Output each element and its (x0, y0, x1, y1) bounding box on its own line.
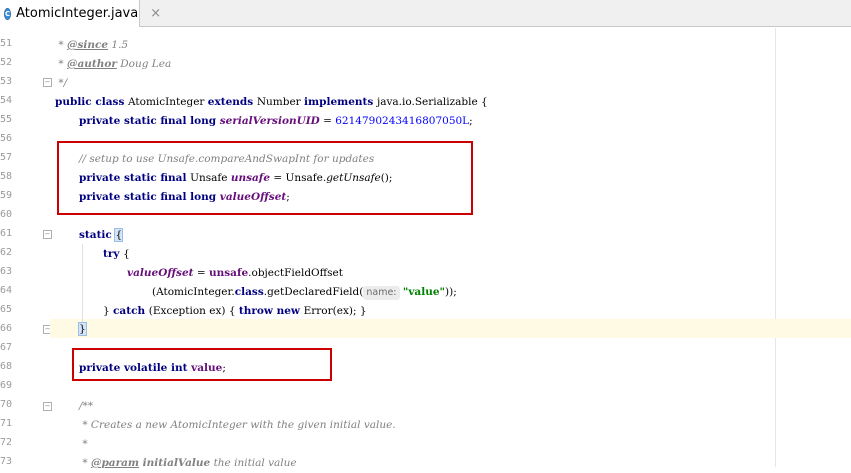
line-number: 68 (0, 361, 12, 372)
tab-title: AtomicInteger.java (16, 6, 139, 21)
fold-marker-icon[interactable]: − (43, 230, 52, 239)
comment-text: 1.5 (108, 39, 129, 51)
parent-class: Number (256, 96, 305, 108)
line-number: 69 (0, 380, 12, 391)
current-line-highlight (50, 319, 851, 338)
line-number: 63 (0, 266, 12, 277)
keyword: catch (113, 305, 149, 317)
line-number: 55 (0, 114, 12, 125)
code-line-72[interactable]: * (79, 435, 87, 454)
punctuation: } (103, 305, 114, 317)
statement: Error(ex); } (303, 305, 367, 317)
line-number: 61 (0, 228, 12, 239)
punctuation: ; (469, 115, 473, 127)
line-number: 60 (0, 209, 12, 220)
line-number: 64 (0, 285, 12, 296)
line-number: 72 (0, 437, 12, 448)
fold-marker-icon[interactable]: − (43, 402, 52, 411)
method-call: .objectFieldOffset (248, 267, 343, 279)
line-number: 57 (0, 152, 12, 163)
comment-text: the initial value (210, 457, 297, 469)
parameter-hint: name: (363, 286, 400, 300)
comment-text: * (79, 457, 91, 469)
keyword: static (79, 229, 116, 241)
code-line-70[interactable]: /** (79, 397, 93, 416)
interface-name: java.io.Serializable { (376, 96, 488, 108)
code-line-65[interactable]: } catch (Exception ex) { throw new Error… (103, 302, 367, 321)
javadoc-tag: @author (66, 58, 117, 70)
code-line-54[interactable]: public class AtomicInteger extends Numbe… (55, 93, 488, 112)
line-number: 59 (0, 190, 12, 201)
line-number: 51 (0, 38, 12, 49)
keyword: private static final long (79, 115, 220, 127)
code-line-51[interactable]: * @since 1.5 (55, 36, 128, 55)
exception-clause: (Exception ex) { (148, 305, 239, 317)
code-line-66[interactable]: } (78, 320, 87, 339)
comment-text: * (55, 58, 67, 70)
indent-guide (82, 244, 83, 322)
keyword: try (103, 248, 124, 260)
tab-atomicinteger-java[interactable]: C AtomicInteger.java × (0, 0, 161, 27)
class-ref: (AtomicInteger. (152, 286, 235, 298)
comment-text: Doug Lea (116, 58, 172, 70)
keyword: extends (207, 96, 257, 108)
code-line-62[interactable]: try { (103, 245, 130, 264)
keyword: public class (55, 96, 129, 108)
line-number: 71 (0, 418, 12, 429)
field-name: unsafe (208, 267, 249, 279)
keyword: implements (304, 96, 377, 108)
line-number: 53 (0, 76, 12, 87)
highlight-box-unsafe-fields (57, 141, 473, 215)
keyword: class (234, 286, 264, 298)
comment-text: * (55, 39, 67, 51)
right-margin-guide (775, 28, 776, 467)
highlight-box-value-field (72, 348, 332, 381)
method-call: .getDeclaredField( (263, 286, 364, 298)
code-line-63[interactable]: valueOffset = unsafe.objectFieldOffset (127, 264, 343, 283)
string-literal: "value" (402, 286, 446, 298)
field-name: valueOffset (127, 267, 194, 279)
punctuation: )); (445, 286, 457, 298)
line-number: 62 (0, 247, 12, 258)
line-number: 66 (0, 323, 12, 334)
code-line-71[interactable]: * Creates a new AtomicInteger with the g… (79, 416, 395, 435)
line-number: 67 (0, 342, 12, 353)
javadoc-tag: @param (90, 457, 140, 469)
line-number: 58 (0, 171, 12, 182)
line-number: 65 (0, 304, 12, 315)
code-line-52[interactable]: * @author Doug Lea (55, 55, 171, 74)
line-number: 52 (0, 57, 12, 68)
code-line-61[interactable]: static { (79, 226, 124, 245)
operator: = (193, 267, 209, 279)
operator: = (319, 115, 336, 127)
code-line-53[interactable]: */ (55, 74, 67, 93)
matched-brace: } (78, 322, 87, 336)
line-number: 54 (0, 95, 12, 106)
code-line-55[interactable]: private static final long serialVersionU… (79, 112, 473, 131)
close-icon[interactable]: × (150, 6, 161, 21)
fold-marker-icon[interactable]: − (43, 78, 52, 87)
param-name: initialValue (139, 457, 211, 469)
editor-tab-bar: C AtomicInteger.java × (0, 0, 851, 27)
class-name: AtomicInteger (128, 96, 208, 108)
matched-brace: { (114, 228, 124, 242)
number-literal: 6214790243416807050L (335, 115, 470, 127)
code-line-73[interactable]: * @param initialValue the initial value (79, 454, 297, 473)
punctuation: { (123, 248, 130, 260)
line-number: 73 (0, 456, 12, 467)
line-number: 56 (0, 133, 12, 144)
line-number: 70 (0, 399, 12, 410)
keyword: throw new (238, 305, 304, 317)
code-line-64[interactable]: (AtomicInteger.class.getDeclaredField(na… (152, 283, 457, 302)
java-class-icon: C (4, 7, 12, 20)
field-name: serialVersionUID (219, 115, 320, 127)
javadoc-tag: @since (66, 39, 109, 51)
